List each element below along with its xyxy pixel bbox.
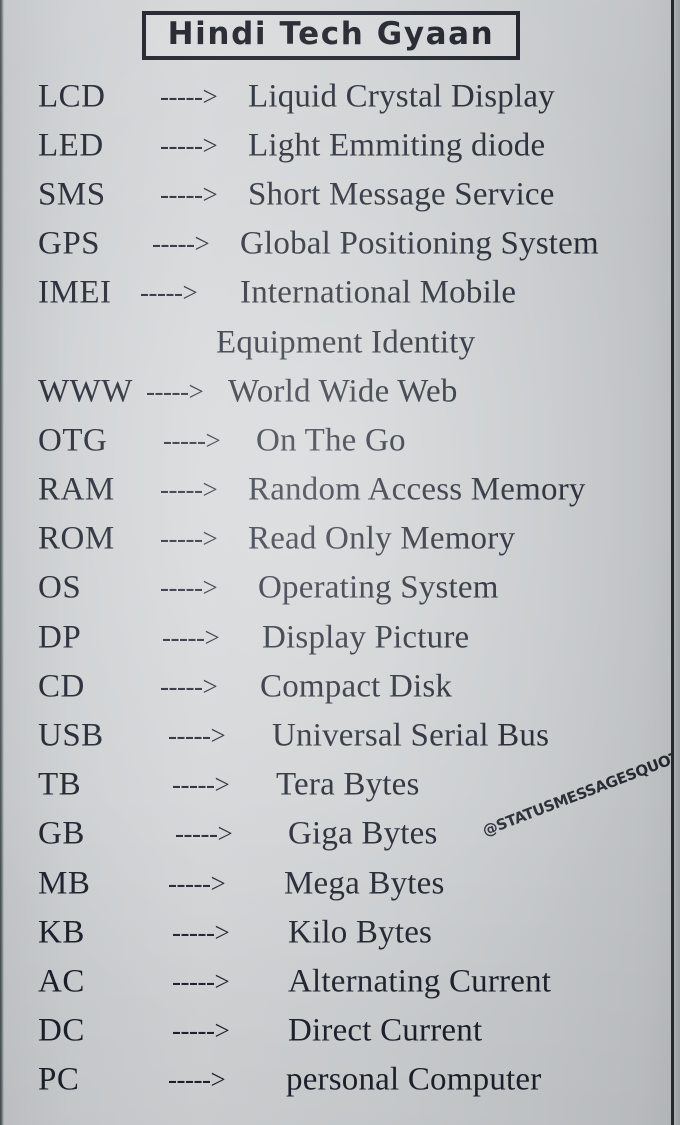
abbreviation-row: AC -----> Alternating Current [0,957,680,1006]
arrow-icon: -----> [172,966,230,997]
abbreviation-expansion: Liquid Crystal Display [248,78,555,115]
abbreviation-term: DC [38,1012,85,1049]
arrow-icon: -----> [160,179,218,210]
arrow-icon: -----> [163,425,221,456]
abbreviation-expansion: Random Access Memory [248,471,586,508]
abbreviation-expansion: International Mobile [240,274,517,311]
arrow-icon: -----> [160,81,218,112]
abbreviation-term: GB [38,815,85,852]
abbreviation-expansion: World Wide Web [228,373,458,410]
abbreviation-term: WWW [38,373,133,410]
abbreviation-expansion: Tera Bytes [276,766,420,803]
abbreviation-row: PC -----> personal Computer [0,1056,680,1105]
arrow-icon: -----> [175,818,233,849]
abbreviation-term: IMEI [38,274,112,311]
abbreviation-term: GPS [38,225,101,262]
abbreviation-row: LED -----> Light Emmiting diode [0,121,680,170]
abbreviation-term: KB [38,914,85,951]
abbreviation-expansion-continued: Equipment Identity [216,324,476,361]
abbreviation-row: IMEI -----> International Mobile [0,269,680,318]
arrow-icon: -----> [140,277,198,308]
abbreviation-row: KB -----> Kilo Bytes [0,908,680,957]
arrow-icon: -----> [160,130,218,161]
title-box: Hindi Tech Gyaan [142,11,520,60]
abbreviation-row: USB -----> Universal Serial Bus [0,711,680,760]
abbreviation-row: CD -----> Compact Disk [0,662,680,711]
abbreviation-expansion: On The Go [256,422,406,459]
abbreviation-row: RAM -----> Random Access Memory [0,466,680,515]
abbreviation-term: TB [38,766,82,803]
abbreviation-expansion: Compact Disk [260,668,453,705]
page-title: Hindi Tech Gyaan [167,16,495,52]
abbreviation-expansion: Operating System [258,569,499,606]
abbreviation-term: LCD [38,78,106,115]
abbreviation-expansion: personal Computer [286,1061,542,1098]
arrow-icon: -----> [160,523,218,554]
abbreviation-row: GPS -----> Global Positioning System [0,220,680,269]
abbreviation-expansion: Short Message Service [248,176,555,213]
abbreviation-expansion: Read Only Memory [248,520,516,557]
abbreviation-term: OTG [38,422,108,459]
arrow-icon: -----> [172,1015,230,1046]
abbreviation-term: CD [38,668,85,705]
right-outer-margin [674,0,680,1125]
arrow-icon: -----> [172,769,230,800]
arrow-icon: -----> [160,474,218,505]
abbreviation-row: LCD -----> Liquid Crystal Display [0,72,680,121]
arrow-icon: -----> [162,622,220,653]
abbreviation-row: WWW -----> World Wide Web [0,367,680,416]
abbreviation-term: DP [38,619,82,656]
abbreviation-row: ROM -----> Read Only Memory [0,515,680,564]
abbreviation-row: DP -----> Display Picture [0,613,680,662]
abbreviation-term: RAM [38,471,115,508]
abbreviation-row-continuation: Equipment Identity [0,318,680,367]
abbreviation-expansion: Direct Current [288,1012,483,1049]
abbreviation-term: SMS [38,176,106,213]
arrow-icon: -----> [152,228,210,259]
abbreviation-term: ROM [38,520,115,557]
abbreviation-expansion: Alternating Current [288,963,552,1000]
abbreviation-expansion: Global Positioning System [240,225,599,262]
arrow-icon: -----> [160,671,218,702]
abbreviation-row: GB -----> Giga Bytes [0,810,680,859]
abbreviation-term: AC [38,963,85,1000]
arrow-icon: -----> [172,917,230,948]
abbreviation-poster: Hindi Tech Gyaan LCD -----> Liquid Crystal… [0,0,680,1125]
abbreviation-term: LED [38,127,104,164]
abbreviation-list: LCD -----> Liquid Crystal Display LED ----->… [0,72,680,1105]
abbreviation-row: DC -----> Direct Current [0,1007,680,1056]
abbreviation-expansion: Universal Serial Bus [272,717,550,754]
abbreviation-row: SMS -----> Short Message Service [0,170,680,219]
abbreviation-expansion: Light Emmiting diode [248,127,546,164]
abbreviation-row: OS -----> Operating System [0,564,680,613]
abbreviation-term: USB [38,717,104,754]
abbreviation-row: MB -----> Mega Bytes [0,859,680,908]
arrow-icon: -----> [146,376,204,407]
arrow-icon: -----> [168,720,226,751]
arrow-icon: -----> [168,1064,226,1095]
arrow-icon: -----> [168,868,226,899]
arrow-icon: -----> [160,572,218,603]
abbreviation-row: OTG -----> On The Go [0,416,680,465]
abbreviation-expansion: Display Picture [262,619,470,656]
abbreviation-expansion: Giga Bytes [288,815,438,852]
abbreviation-term: PC [38,1061,80,1098]
abbreviation-term: OS [38,569,82,606]
abbreviation-expansion: Kilo Bytes [288,914,433,951]
abbreviation-term: MB [38,865,91,902]
abbreviation-expansion: Mega Bytes [284,865,445,902]
